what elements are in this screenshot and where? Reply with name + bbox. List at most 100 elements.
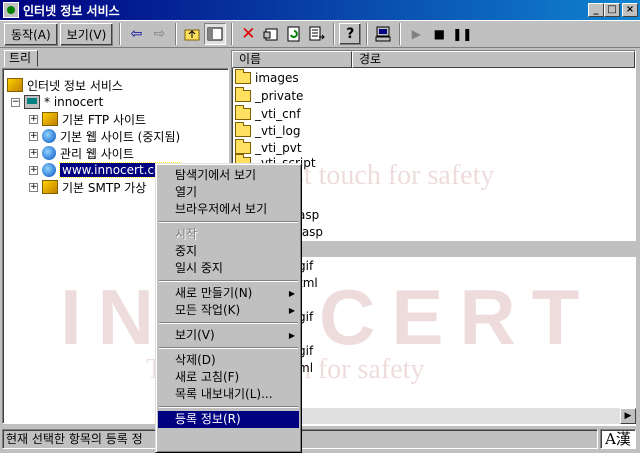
menu-item-pause[interactable]: 일시 중지 [158,260,299,277]
menu-item-delete[interactable]: 삭제(D) [158,352,299,369]
folder-icon [235,68,251,84]
stop-icon[interactable]: ■ [428,23,450,45]
column-header-path[interactable]: 경로 [352,51,635,68]
expand-icon[interactable]: + [29,165,38,175]
tree-node-iis[interactable]: 인터넷 정보 서비스 [7,77,123,93]
help-icon[interactable]: ? [339,23,362,45]
menu-item-browse[interactable]: 브라우저에서 보기 [158,201,299,218]
pause-icon[interactable]: ❚❚ [451,23,473,45]
title-bar[interactable]: 인터넷 정보 서비스 _ □ × [0,0,640,20]
list-item-name: _private [255,88,304,103]
toolbar-separator [119,23,122,45]
collapse-icon[interactable]: − [11,97,20,107]
menu-separator [158,344,299,352]
menu-item-label: 보기(V) [175,328,215,342]
menu-item-export-list[interactable]: 목록 내보내기(L)... [158,386,299,403]
ftp-site-icon [42,112,58,126]
back-arrow-icon[interactable]: ⇦ [125,23,147,45]
window-controls: _ □ × [588,3,638,17]
menu-separator [158,319,299,327]
web-site-icon [42,163,56,177]
export-list-icon[interactable] [306,23,328,45]
list-header: 이름 경로 [232,51,637,68]
menu-item-all-tasks[interactable]: 모든 작업(K) ▶ [158,302,299,319]
close-button[interactable]: × [622,3,638,17]
menu-separator [158,277,299,285]
tree-node-label: 인터넷 정보 서비스 [27,78,123,93]
scroll-right-icon[interactable]: ▶ [620,408,636,424]
tree-node-label: 관리 웹 사이트 [60,146,134,161]
folder-icon [235,104,251,120]
tree-node-innocert[interactable]: − * innocert [11,94,103,110]
list-item-name: _vti_pvt [255,140,302,155]
web-site-icon [42,146,56,160]
computer-icon [24,95,40,109]
expand-icon[interactable]: + [29,148,38,158]
menu-item-start: 시작 [175,227,198,241]
menu-item-stop[interactable]: 중지 [158,243,299,260]
smtp-icon [42,180,58,194]
tree-node-admin-web-site[interactable]: + 관리 웹 사이트 [29,145,134,161]
toolbar-separator [231,23,234,45]
play-icon[interactable]: ▶ [405,23,427,45]
tree-node-label: * innocert [44,95,104,109]
column-header-name[interactable]: 이름 [232,51,352,68]
maximize-button[interactable]: □ [604,3,620,17]
folder-icon [235,138,251,154]
expand-icon[interactable]: + [29,114,38,124]
list-item-name: images [255,70,299,85]
refresh-icon[interactable] [283,23,305,45]
iis-icon [7,78,23,92]
menu-item-view[interactable]: 보기(V) ▶ [158,327,299,344]
list-item-name: _vti_log [255,123,301,138]
list-item[interactable]: images [232,68,299,86]
menu-item-properties[interactable]: 등록 정보(R) [158,411,299,428]
menu-item-label: 새로 만들기(N) [175,286,253,300]
submenu-arrow-icon: ▶ [288,331,295,340]
up-folder-icon[interactable] [181,23,203,45]
menu-item-new[interactable]: 새로 만들기(N) ▶ [158,285,299,302]
toolbar-separator [175,23,178,45]
list-item[interactable]: _vti_cnf [232,104,301,122]
context-menu: 탐색기에서 보기 열기 브라우저에서 보기 시작 중지 일시 중지 새로 만들기… [155,163,302,453]
window-title: 인터넷 정보 서비스 [23,3,120,18]
minimize-button[interactable]: _ [588,3,604,17]
iis-app-icon [3,2,19,18]
tree-node-label: 기본 SMTP 가상 [62,180,147,195]
expand-icon[interactable]: + [29,182,38,192]
expand-icon[interactable]: + [29,131,38,141]
toolbar-separator [333,23,336,45]
toolbar-separator [366,23,369,45]
menu-item-label: 모든 작업(K) [175,303,241,317]
list-item[interactable]: _vti_log [232,121,301,139]
tree-node-smtp[interactable]: + 기본 SMTP 가상 [29,179,146,195]
menu-separator [158,218,299,226]
web-site-icon [42,129,56,143]
submenu-arrow-icon: ▶ [288,306,295,315]
folder-icon [235,121,251,137]
list-item-name: _vti_cnf [255,106,301,121]
properties-icon[interactable] [260,23,282,45]
submenu-arrow-icon: ▶ [288,289,295,298]
tree-node-label: 기본 FTP 사이트 [62,112,147,127]
ime-indicator[interactable]: A漢 [600,429,636,449]
forward-arrow-icon[interactable]: ⇨ [148,23,170,45]
menu-item-explore[interactable]: 탐색기에서 보기 [158,167,299,184]
tree-node-label: 기본 웹 사이트 (중지됨) [60,129,181,144]
menu-item-open[interactable]: 열기 [158,184,299,201]
computer-icon[interactable] [372,23,394,45]
folder-icon [235,86,251,102]
show-hide-tree-icon[interactable] [204,23,227,45]
status-bar: 현재 선택한 항목의 등록 정 A漢 [0,427,640,451]
menu-item-refresh[interactable]: 새로 고침(F) [158,369,299,386]
tree-node-default-web-site[interactable]: + 기본 웹 사이트 (중지됨) [29,128,180,144]
delete-icon[interactable]: ✕ [237,23,259,45]
toolbar: 동작(A) 보기(V) ⇦ ⇨ ✕ ? ▶ ■ ❚❚ [0,20,640,48]
action-menu-button[interactable]: 동작(A) [4,22,58,46]
menu-separator [158,403,299,411]
tree-node-ftp-site[interactable]: + 기본 FTP 사이트 [29,111,146,127]
list-item[interactable]: _private [232,86,304,104]
tab-tree[interactable]: 트리 [4,50,38,67]
toolbar-separator [399,23,402,45]
view-menu-button[interactable]: 보기(V) [59,22,114,46]
